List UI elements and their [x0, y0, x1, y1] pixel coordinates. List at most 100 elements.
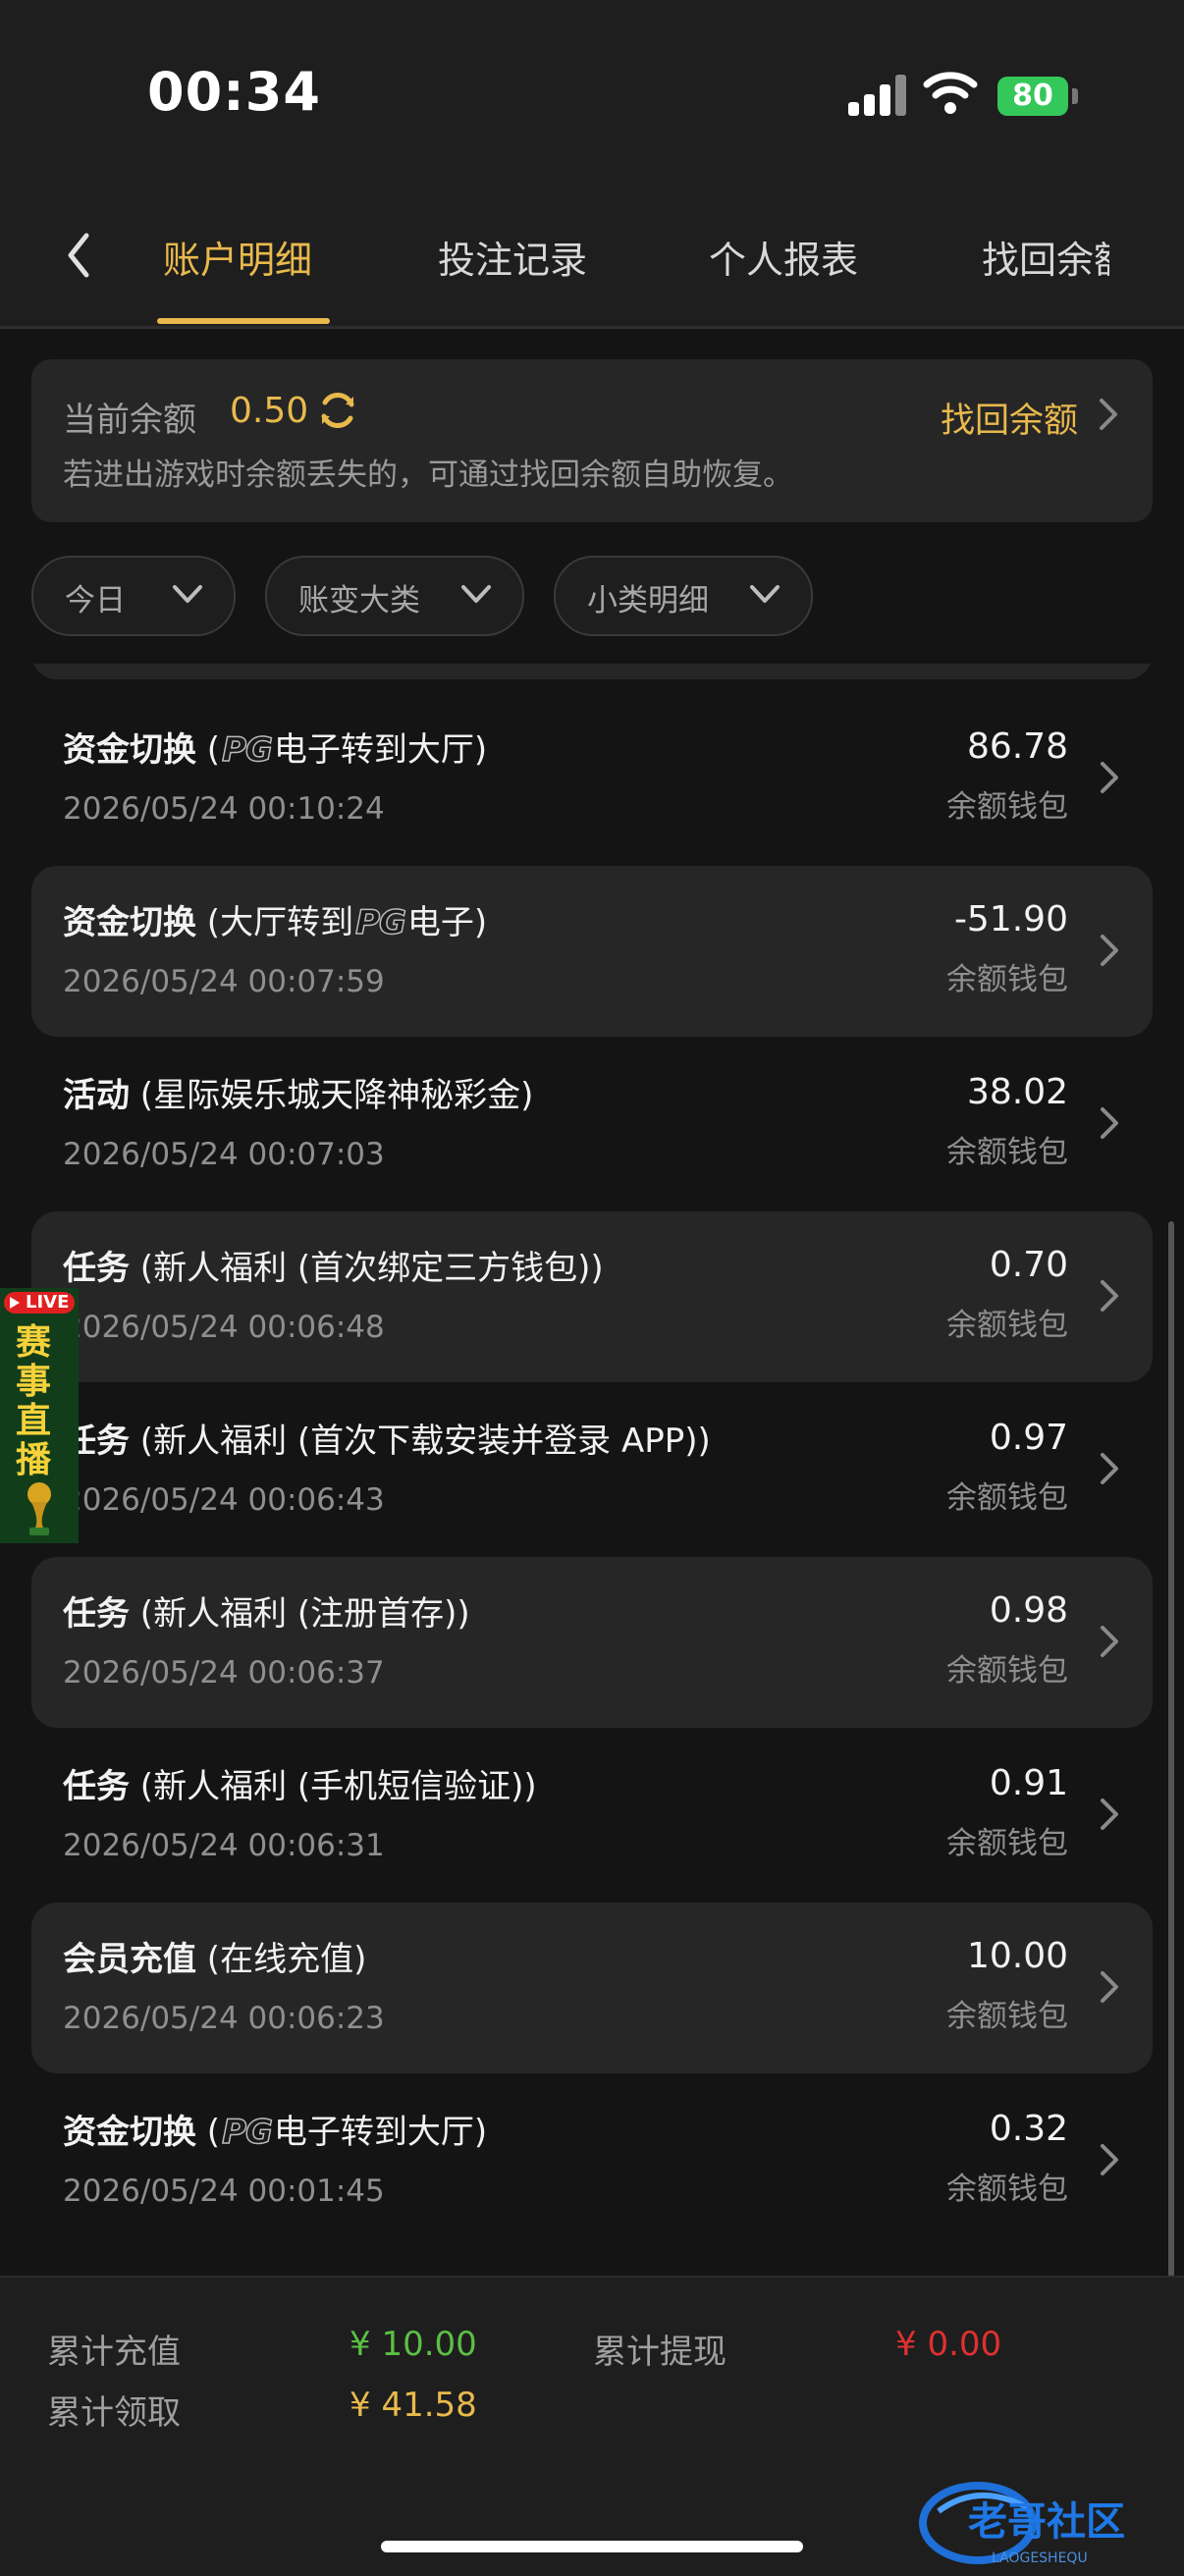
record-date: 2026/05/24 00:06:37 — [63, 1655, 385, 1690]
record-detail: (大厅转到 — [196, 903, 354, 942]
list-item[interactable]: 任务 (新人福利 (注册首存)) 2026/05/24 00:06:37 0.9… — [31, 1557, 1153, 1728]
tab-recover-balance[interactable]: 找回余额 — [982, 230, 1109, 284]
record-wallet: 余额钱包 — [946, 962, 1068, 997]
pg-logo-icon: PG — [354, 902, 406, 943]
record-date: 2026/05/24 00:10:24 — [63, 791, 385, 827]
list-item[interactable]: 任务 (新人福利 (首次绑定三方钱包)) 2026/05/24 00:06:48… — [31, 1211, 1153, 1382]
record-type: 会员充值 — [63, 1940, 196, 1979]
record-title: 任务 (新人福利 (注册首存)) — [63, 1586, 470, 1635]
filter-category[interactable]: 账变大类 — [265, 556, 524, 636]
status-bar: 00:34 80 — [0, 0, 1184, 187]
record-detail-suffix: 电子) — [406, 903, 488, 942]
refresh-icon[interactable] — [316, 389, 359, 432]
live-badge-text: 赛事直播 — [16, 1322, 52, 1480]
record-title: 任务 (新人福利 (首次绑定三方钱包)) — [63, 1241, 604, 1289]
tab-personal-report[interactable]: 个人报表 — [709, 230, 858, 284]
balance-note: 若进出游戏时余额丢失的，可通过找回余额自助恢复。 — [63, 457, 793, 493]
record-date: 2026/05/24 00:07:59 — [63, 964, 385, 999]
filter-subcategory[interactable]: 小类明细 — [554, 556, 813, 636]
total-withdraw-value: ¥ 0.00 — [895, 2325, 1002, 2364]
list-item[interactable]: 资金切换 (PG电子转到大厅) 2026/05/24 00:10:24 86.7… — [31, 693, 1153, 864]
record-detail-suffix: 电子转到大厅) — [273, 2113, 488, 2152]
record-wallet: 余额钱包 — [946, 1653, 1068, 1689]
record-date: 2026/05/24 00:06:48 — [63, 1310, 385, 1345]
filter-category-label: 账变大类 — [298, 583, 420, 618]
record-amount: 0.91 — [989, 1763, 1068, 1803]
chevron-right-icon[interactable] — [1096, 395, 1121, 434]
chevron-down-icon — [173, 585, 202, 603]
chevron-right-icon — [1101, 762, 1118, 793]
record-amount: 0.98 — [989, 1590, 1068, 1631]
record-date: 2026/05/24 00:06:23 — [63, 2001, 385, 2036]
record-type: 活动 — [63, 1076, 130, 1115]
back-chevron-icon[interactable] — [59, 226, 98, 285]
scrollbar[interactable] — [1168, 1221, 1174, 2278]
record-wallet: 余额钱包 — [946, 2172, 1068, 2207]
record-detail-suffix: 电子转到大厅) — [273, 730, 488, 770]
total-claim-value: ¥ 41.58 — [350, 2386, 477, 2425]
live-stream-badge[interactable]: LIVE 赛事直播 — [0, 1288, 79, 1543]
record-title: 活动 (星际娱乐城天降神秘彩金) — [63, 1068, 533, 1116]
list-item[interactable] — [31, 664, 1153, 679]
record-date: 2026/05/24 00:06:31 — [63, 1828, 385, 1863]
tab-account-details[interactable]: 账户明细 — [163, 230, 312, 284]
status-time: 00:34 — [147, 61, 321, 123]
list-item[interactable]: 任务 (新人福利 (手机短信验证)) 2026/05/24 00:06:31 0… — [31, 1730, 1153, 1901]
record-wallet: 余额钱包 — [946, 1135, 1068, 1170]
record-amount: 0.70 — [989, 1245, 1068, 1285]
chevron-down-icon — [750, 585, 780, 603]
record-type: 任务 — [63, 1767, 130, 1806]
list-item[interactable]: 资金切换 (PG电子转到大厅) 2026/05/24 00:01:45 0.32… — [31, 2075, 1153, 2246]
watermark-subtitle: LAOGESHEQU — [992, 2550, 1088, 2566]
record-type: 任务 — [63, 1594, 130, 1634]
record-amount: 0.32 — [989, 2109, 1068, 2149]
filter-date-label: 今日 — [65, 583, 126, 618]
record-date: 2026/05/24 00:06:43 — [63, 1482, 385, 1518]
cellular-signal-icon — [848, 75, 907, 116]
filter-subcategory-label: 小类明细 — [587, 583, 709, 618]
record-detail: (在线充值) — [196, 1940, 367, 1979]
top-nav: 账户明细 投注记录 个人报表 找回余额 — [0, 187, 1184, 329]
balance-label: 当前余额 — [63, 401, 196, 440]
record-detail: (新人福利 (首次绑定三方钱包)) — [130, 1249, 604, 1288]
active-tab-indicator — [157, 318, 330, 324]
balance-card: 当前余额 0.50 若进出游戏时余额丢失的，可通过找回余额自助恢复。 找回余额 — [31, 359, 1153, 522]
record-wallet: 余额钱包 — [946, 1999, 1068, 2034]
record-amount: 86.78 — [966, 726, 1068, 767]
trophy-icon — [27, 1482, 51, 1535]
laoge-community-watermark-icon: 老哥社区 LAOGESHEQU — [919, 2482, 1125, 2566]
filter-date[interactable]: 今日 — [31, 556, 236, 636]
record-wallet: 余额钱包 — [946, 789, 1068, 825]
transaction-list: 资金切换 (PG电子转到大厅) 2026/05/24 00:10:24 86.7… — [0, 664, 1184, 2274]
battery-icon: 80 — [997, 77, 1068, 116]
home-indicator[interactable] — [381, 2541, 803, 2552]
list-item[interactable]: 会员充值 (在线充值) 2026/05/24 00:06:23 10.00 余额… — [31, 1903, 1153, 2073]
watermark-title: 老哥社区 — [968, 2499, 1125, 2545]
total-withdraw-label: 累计提现 — [593, 2333, 727, 2372]
record-detail: (新人福利 (首次下载安装并登录 APP)) — [130, 1422, 711, 1461]
recover-balance-link[interactable]: 找回余额 — [941, 393, 1078, 443]
record-amount: 0.97 — [989, 1418, 1068, 1458]
record-detail: (新人福利 (手机短信验证)) — [130, 1767, 537, 1806]
record-wallet: 余额钱包 — [946, 1480, 1068, 1516]
list-item[interactable]: 资金切换 (大厅转到PG电子) 2026/05/24 00:07:59 -51.… — [31, 866, 1153, 1037]
balance-value: 0.50 — [230, 391, 309, 431]
list-item[interactable]: 任务 (新人福利 (首次下载安装并登录 APP)) 2026/05/24 00:… — [31, 1384, 1153, 1555]
total-claim-label: 累计领取 — [47, 2393, 181, 2433]
tab-bet-records[interactable]: 投注记录 — [438, 230, 587, 284]
chevron-right-icon — [1101, 1971, 1118, 2003]
pg-logo-icon: PG — [221, 729, 273, 771]
record-detail: ( — [196, 2113, 221, 2152]
record-title: 资金切换 (PG电子转到大厅) — [63, 723, 487, 771]
wifi-icon — [923, 72, 978, 114]
record-detail: (新人福利 (注册首存)) — [130, 1594, 470, 1634]
live-tag: LIVE — [4, 1292, 76, 1314]
list-item[interactable]: 活动 (星际娱乐城天降神秘彩金) 2026/05/24 00:07:03 38.… — [31, 1039, 1153, 1209]
record-title: 任务 (新人福利 (手机短信验证)) — [63, 1759, 537, 1807]
record-amount: 38.02 — [966, 1072, 1068, 1112]
record-wallet: 余额钱包 — [946, 1826, 1068, 1861]
record-amount: 10.00 — [966, 1936, 1068, 1976]
chevron-right-icon — [1101, 2144, 1118, 2175]
record-date: 2026/05/24 00:01:45 — [63, 2174, 385, 2209]
chevron-right-icon — [1101, 1626, 1118, 1657]
